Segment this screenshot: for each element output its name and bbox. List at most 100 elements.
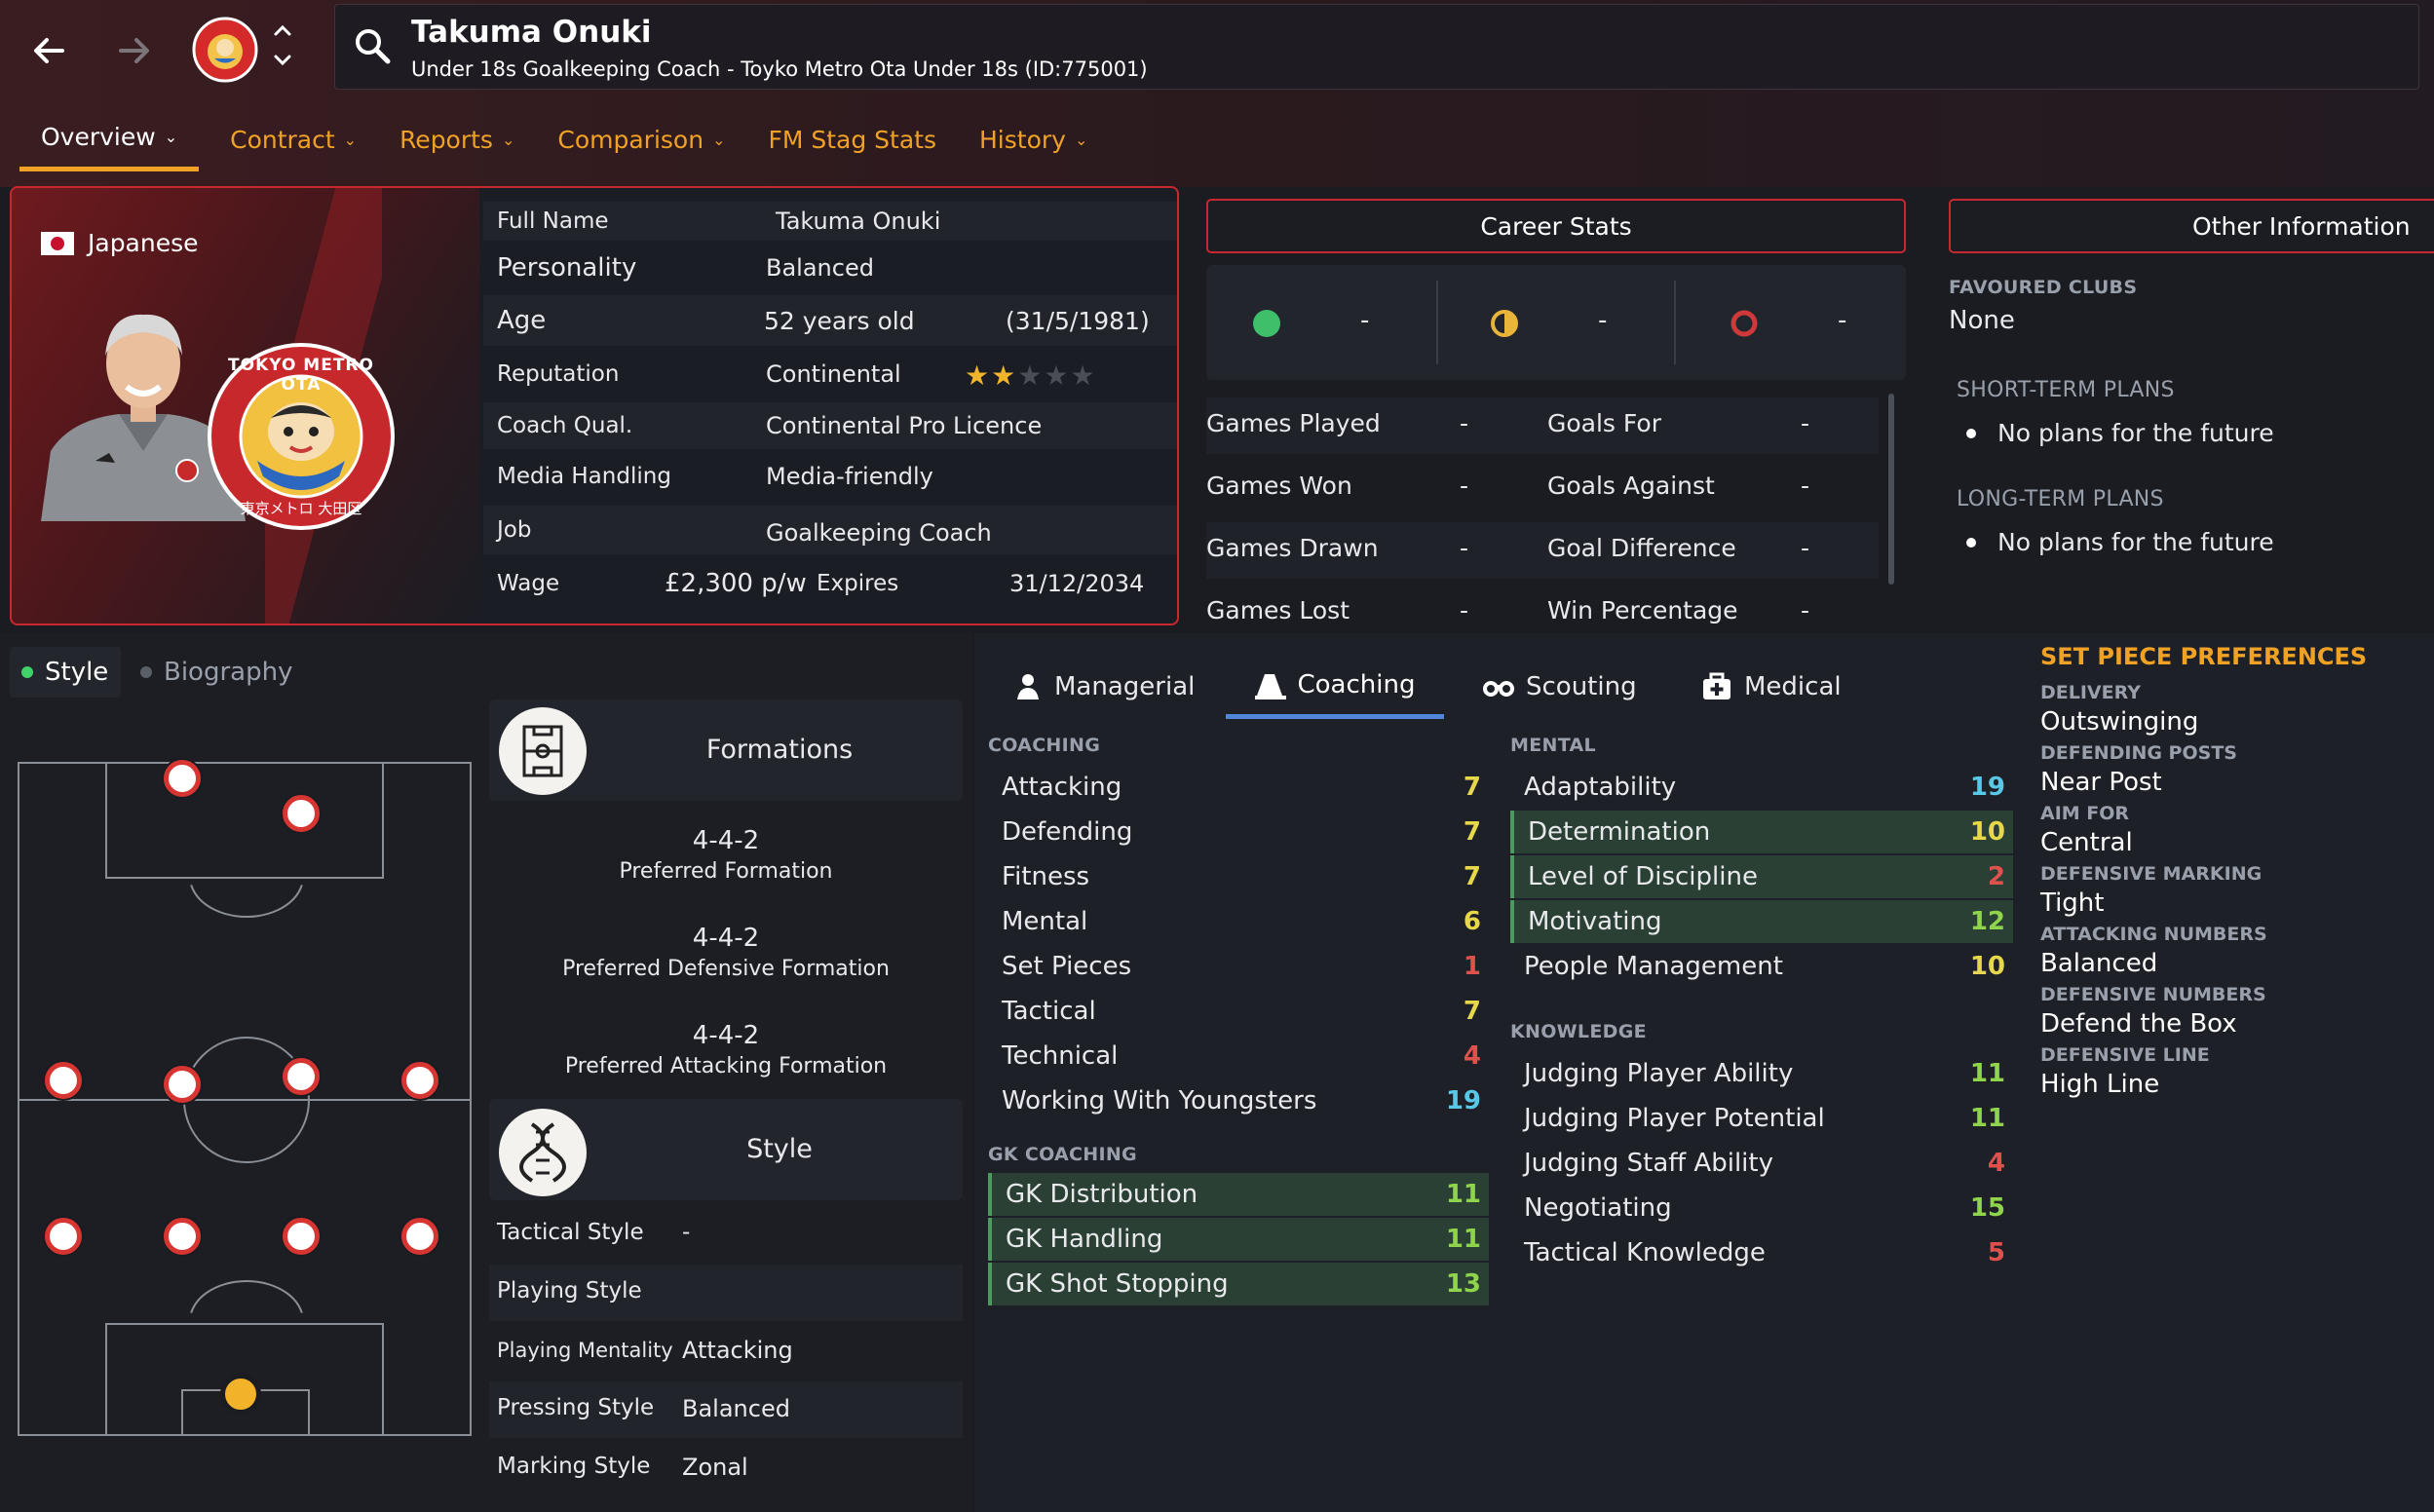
row-label: Job [497, 517, 532, 543]
row-value: Continental [766, 360, 901, 388]
attribute-row[interactable]: People Management 10 [1510, 945, 2013, 988]
player-midfielder-center-right[interactable] [283, 1058, 320, 1095]
row-reputation: Reputation Continental ★ ★ ★ ★ ★ [483, 350, 1177, 398]
set-piece-value: Defend the Box [2040, 1009, 2237, 1039]
attribute-row[interactable]: Judging Staff Ability 4 [1510, 1142, 2013, 1185]
forward-button[interactable] [103, 19, 166, 82]
style-value: Zonal [682, 1454, 748, 1481]
player-striker-right[interactable] [283, 795, 320, 832]
attribute-value: 10 [1969, 817, 2005, 847]
player-striker-left[interactable] [164, 760, 201, 797]
tab-reports[interactable]: Reports ⌄ [378, 107, 536, 171]
player-midfielder-left[interactable] [45, 1062, 82, 1099]
long-term-item: No plans for the future [1966, 528, 2274, 556]
tab-managerial[interactable]: Managerial [1013, 655, 1195, 719]
tab-contract[interactable]: Contract ⌄ [209, 107, 378, 171]
row-label: Coach Qual. [497, 413, 633, 438]
chevron-down-icon: ⌄ [712, 130, 726, 149]
attribute-name: Defending [1002, 817, 1133, 847]
chevron-down-icon: ⌄ [164, 128, 178, 146]
attribute-value: 4 [1463, 1041, 1481, 1071]
other-info-header: Other Information [1949, 199, 2434, 253]
attribute-row[interactable]: Attacking 7 [988, 766, 1489, 809]
attribute-value: 11 [1445, 1180, 1481, 1209]
style-row-playing: Playing Style [489, 1265, 963, 1321]
subtab-style[interactable]: Style [10, 647, 121, 698]
attribute-row[interactable]: Defending 7 [988, 811, 1489, 853]
attribute-row[interactable]: GK Shot Stopping 13 [988, 1263, 1489, 1305]
attribute-row[interactable]: Motivating 12 [1510, 900, 2013, 943]
player-midfielder-center-left[interactable] [164, 1066, 201, 1103]
tab-fm-stag-stats[interactable]: FM Stag Stats [746, 107, 958, 171]
row-label: Full Name [497, 208, 609, 234]
career-row: Games Lost - Win Percentage - [1206, 585, 1879, 624]
attribute-row[interactable]: GK Distribution 11 [988, 1173, 1489, 1216]
tab-history[interactable]: History ⌄ [958, 107, 1109, 171]
nationality: Japanese [41, 229, 199, 257]
row-label: Wage [497, 571, 560, 596]
attribute-row[interactable]: Tactical 7 [988, 990, 1489, 1033]
attribute-row[interactable]: Working With Youngsters 19 [988, 1079, 1489, 1122]
chevron-down-icon: ⌄ [343, 130, 358, 149]
attribute-row[interactable]: Set Pieces 1 [988, 945, 1489, 988]
divider [1436, 281, 1438, 364]
draw-icon [1491, 310, 1518, 337]
active-dot-icon [21, 666, 33, 678]
attribute-row[interactable]: Mental 6 [988, 900, 1489, 943]
row-value: Media-friendly [766, 463, 933, 490]
attribute-row[interactable]: Negotiating 15 [1510, 1187, 2013, 1229]
stat-label: Goal Difference [1547, 534, 1736, 562]
style-value: - [682, 1220, 691, 1245]
staff-subtitle: Under 18s Goalkeeping Coach - Toyko Metr… [411, 57, 1148, 81]
attribute-row[interactable]: Determination 10 [1510, 811, 2013, 853]
player-goalkeeper[interactable] [222, 1376, 259, 1413]
club-badge[interactable] [191, 16, 259, 84]
attribute-value: 6 [1463, 907, 1481, 936]
stat-value: - [1801, 596, 1810, 624]
career-stats-table: Games Played - Goals For - Games Won - G… [1206, 394, 1896, 624]
player-defender-left[interactable] [45, 1218, 82, 1255]
section-title: Style [746, 1134, 813, 1164]
search-field[interactable]: Takuma Onuki Under 18s Goalkeeping Coach… [334, 4, 2419, 90]
mental-label: MENTAL [1510, 735, 1596, 756]
row-personality: Personality Balanced [483, 245, 1177, 291]
tab-overview[interactable]: Overview ⌄ [19, 107, 200, 171]
tab-scouting[interactable]: Scouting [1483, 655, 1637, 719]
player-defender-right[interactable] [401, 1218, 438, 1255]
attribute-row[interactable]: Adaptability 19 [1510, 766, 2013, 809]
attribute-row[interactable]: Tactical Knowledge 5 [1510, 1231, 2013, 1274]
attribute-row[interactable]: Fitness 7 [988, 855, 1489, 898]
japan-flag-icon [41, 231, 74, 255]
style-label: Marking Style [497, 1454, 651, 1479]
attribute-row[interactable]: Technical 4 [988, 1035, 1489, 1077]
set-piece-value: Balanced [2040, 949, 2158, 978]
coaching-label: COACHING [988, 735, 1101, 756]
player-midfielder-right[interactable] [401, 1062, 438, 1099]
back-button[interactable] [18, 19, 80, 82]
formation-label: Preferred Formation [619, 859, 833, 884]
birth-date: (31/5/1981) [1006, 306, 1150, 335]
star-empty-icon: ★ [1017, 359, 1043, 392]
attribute-name: Tactical Knowledge [1524, 1238, 1766, 1267]
style-label: Playing Mentality [497, 1339, 673, 1362]
player-defender-center-left[interactable] [164, 1218, 201, 1255]
tab-medical[interactable]: Medical [1701, 655, 1842, 719]
tab-label: History [979, 125, 1066, 154]
attribute-row[interactable]: GK Handling 11 [988, 1218, 1489, 1261]
attribute-value: 19 [1445, 1086, 1481, 1115]
attribute-row[interactable]: Judging Player Potential 11 [1510, 1097, 2013, 1140]
row-value: 52 years old [764, 306, 915, 335]
style-header: Style [489, 1099, 963, 1200]
player-defender-center-right[interactable] [283, 1218, 320, 1255]
attribute-value: 7 [1463, 817, 1481, 847]
club-switcher[interactable] [271, 21, 294, 70]
tab-comparison[interactable]: Comparison ⌄ [536, 107, 746, 171]
tab-coaching[interactable]: Coaching [1226, 655, 1444, 719]
scrollbar[interactable] [1888, 394, 1894, 585]
arrow-right-icon [119, 38, 149, 63]
attribute-row[interactable]: Level of Discipline 2 [1510, 855, 2013, 898]
subtab-biography[interactable]: Biography [140, 647, 292, 698]
row-label: Personality [497, 253, 637, 283]
attribute-row[interactable]: Judging Player Ability 11 [1510, 1052, 2013, 1095]
row-label: Reputation [497, 361, 620, 387]
